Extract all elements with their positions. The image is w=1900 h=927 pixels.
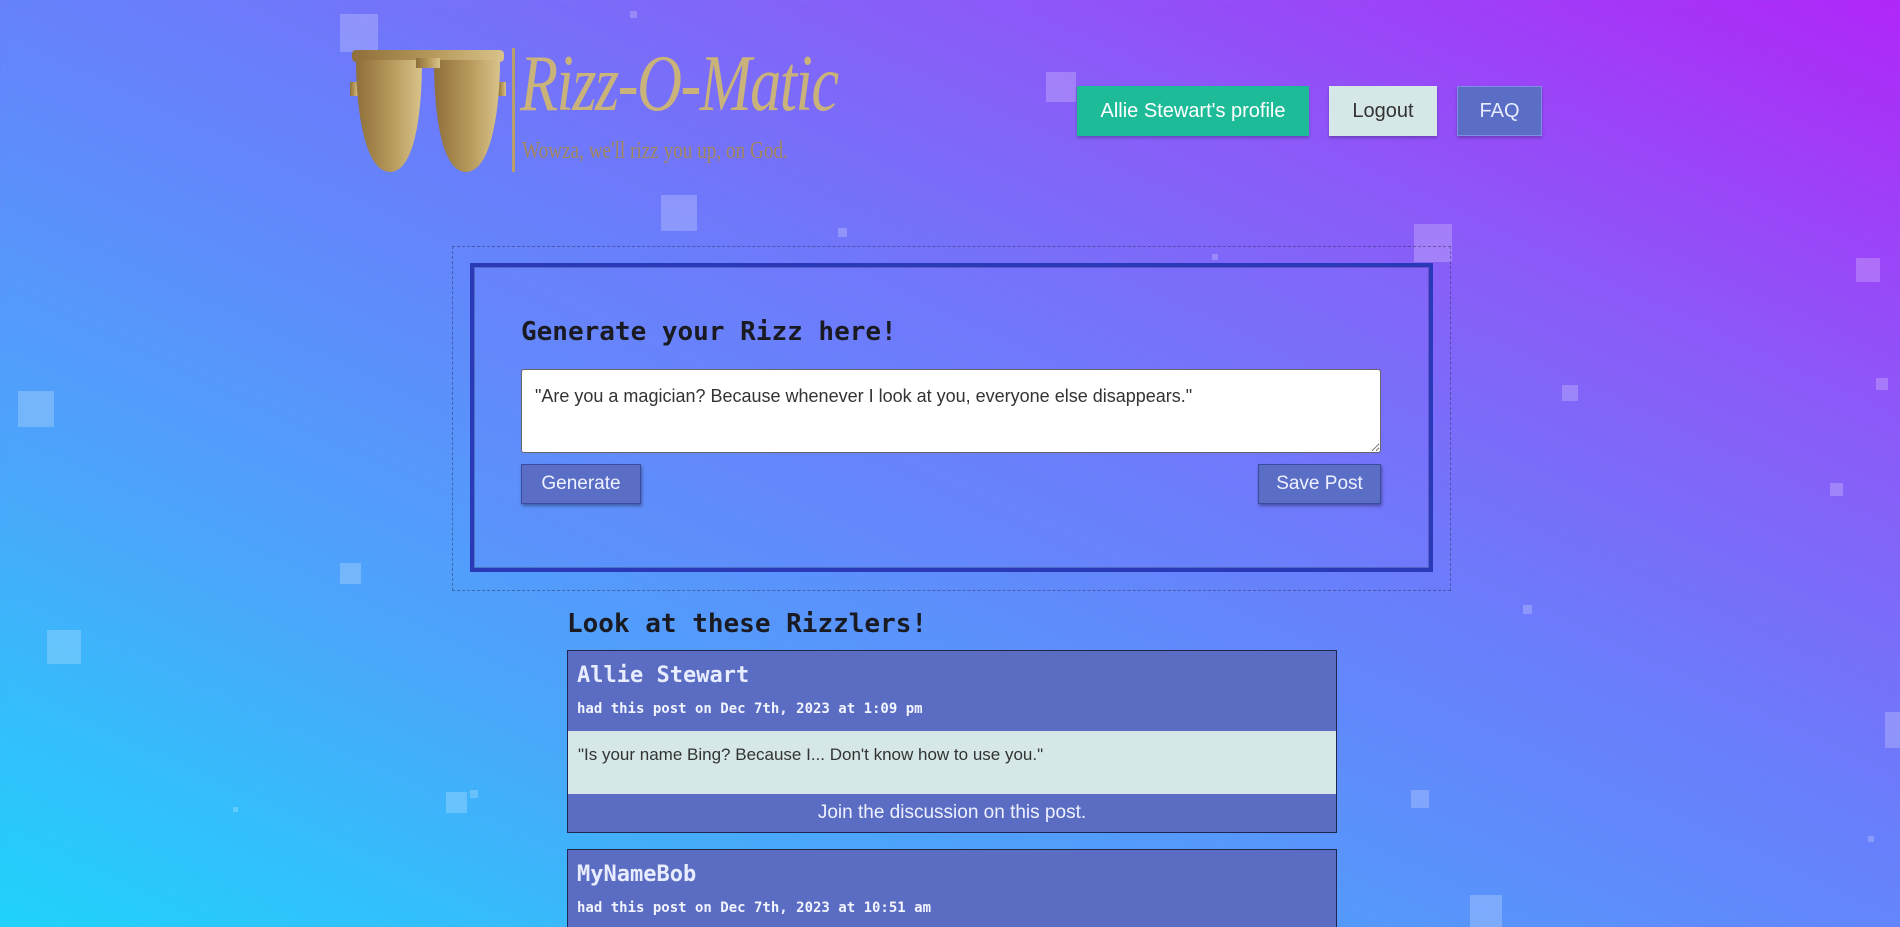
generator-title: Generate your Rizz here! xyxy=(521,317,897,347)
post-timestamp: had this post on Dec 7th, 2023 at 1:09 p… xyxy=(577,701,923,717)
sunglasses-icon xyxy=(350,50,506,172)
rizz-textarea[interactable] xyxy=(521,369,1381,453)
post-timestamp: had this post on Dec 7th, 2023 at 10:51 … xyxy=(577,900,932,916)
faq-button[interactable]: FAQ xyxy=(1457,86,1542,136)
profile-button[interactable]: Allie Stewart's profile xyxy=(1077,86,1309,136)
logo-tagline: Wowza, we'll rizz you up, on God. xyxy=(522,138,788,164)
site-logo[interactable]: Rizz-O-Matic Wowza, we'll rizz you up, o… xyxy=(350,44,839,174)
join-discussion-link[interactable]: Join the discussion on this post. xyxy=(568,794,1336,832)
logo-title: Rizz-O-Matic xyxy=(520,40,839,128)
feed-title: Look at these Rizzlers! xyxy=(567,609,928,639)
post-author[interactable]: MyNameBob xyxy=(577,862,696,887)
logo-divider xyxy=(512,48,515,172)
post-card: Allie Stewart had this post on Dec 7th, … xyxy=(567,650,1337,833)
generate-button[interactable]: Generate xyxy=(521,464,641,504)
logout-button[interactable]: Logout xyxy=(1329,86,1437,136)
save-post-button[interactable]: Save Post xyxy=(1258,464,1381,504)
post-card: MyNameBob had this post on Dec 7th, 2023… xyxy=(567,849,1337,927)
post-author[interactable]: Allie Stewart xyxy=(577,663,749,688)
post-body: "Is your name Bing? Because I... Don't k… xyxy=(568,731,1336,794)
